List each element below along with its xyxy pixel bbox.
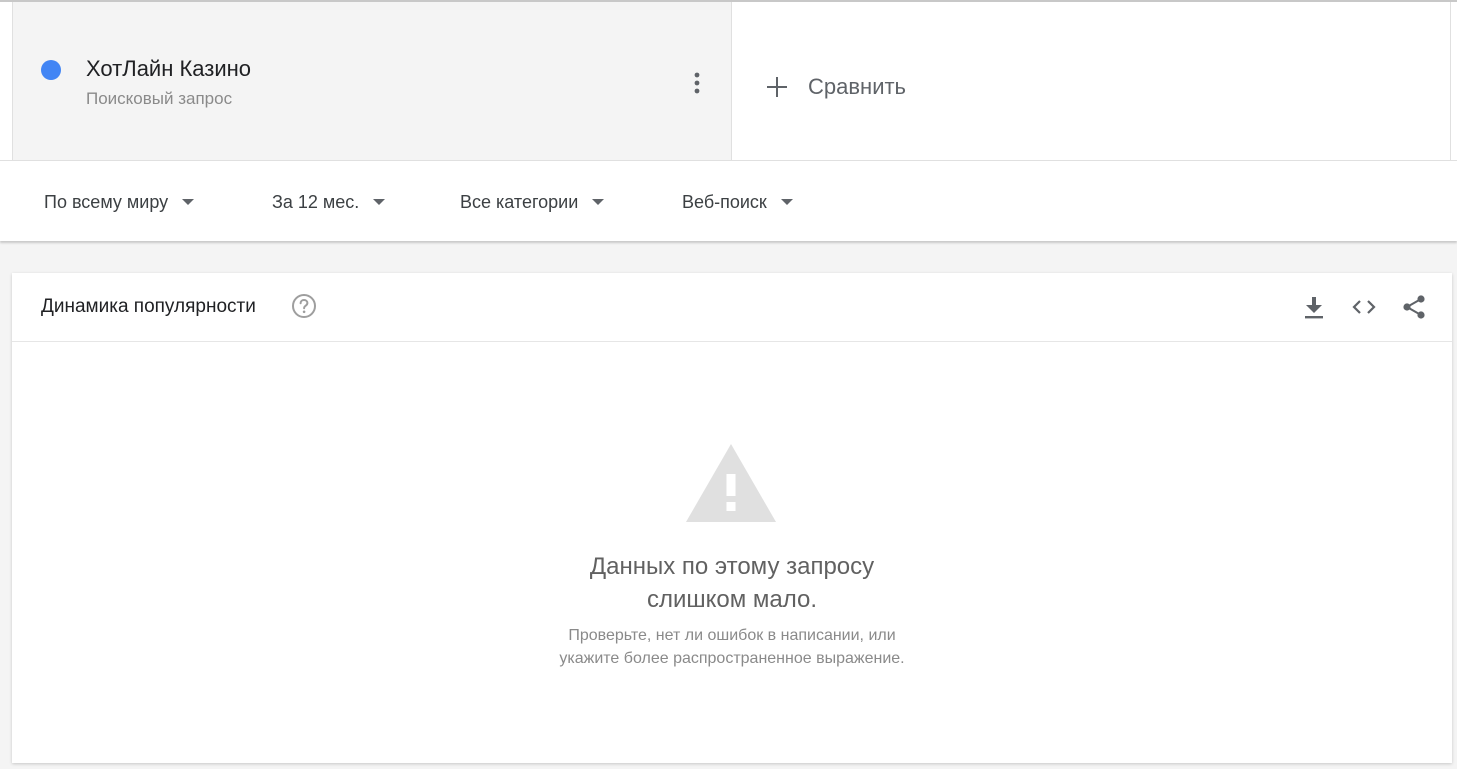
filters-bar: По всему миру За 12 мес. Все категории В… xyxy=(0,160,1457,241)
warning-icon xyxy=(684,442,778,524)
help-circle-icon[interactable] xyxy=(291,293,317,319)
search-term-card[interactable]: ХотЛайн Казино Поисковый запрос xyxy=(12,2,732,160)
compare-button[interactable]: Сравнить xyxy=(764,70,906,104)
empty-title-line-1: Данных по этому запросу xyxy=(589,553,875,580)
download-icon[interactable] xyxy=(1300,293,1328,321)
dropdown-arrow-icon xyxy=(373,199,386,205)
filter-region-label: По всему миру xyxy=(44,191,169,212)
term-name[interactable]: ХотЛайн Казино xyxy=(86,56,251,82)
filter-search-type-label: Веб-поиск xyxy=(682,191,767,212)
plus-icon xyxy=(764,74,790,100)
filter-category-label: Все категории xyxy=(460,191,579,212)
filter-search-type-dropdown[interactable]: Веб-поиск xyxy=(682,189,793,215)
filter-period-dropdown[interactable]: За 12 мес. xyxy=(272,189,386,215)
empty-hint-line-2: укажите более распространенное выражение… xyxy=(559,650,905,667)
term-bar: ХотЛайн Казино Поисковый запрос Сравнить xyxy=(0,0,1457,160)
empty-hint-line-1: Проверьте, нет ли ошибок в написании, ил… xyxy=(568,627,896,644)
card-title: Динамика популярности xyxy=(41,296,256,317)
empty-state: Данных по этому запросу слишком мало. Пр… xyxy=(12,342,1452,763)
embed-code-icon[interactable] xyxy=(1350,293,1378,321)
term-color-dot xyxy=(41,60,61,80)
filter-category-dropdown[interactable]: Все категории xyxy=(460,189,605,215)
card-header: Динамика популярности xyxy=(12,273,1452,342)
term-type-label: Поисковый запрос xyxy=(86,89,233,108)
interest-over-time-card: Динамика популярности Данных по этому за… xyxy=(12,273,1452,763)
more-vert-icon[interactable] xyxy=(685,68,709,98)
empty-state-title: Данных по этому запросу слишком мало. xyxy=(432,550,1032,616)
dropdown-arrow-icon xyxy=(182,199,195,205)
filter-region-dropdown[interactable]: По всему миру xyxy=(44,189,195,215)
empty-state-hint: Проверьте, нет ли ошибок в написании, ил… xyxy=(432,624,1032,670)
filter-period-label: За 12 мес. xyxy=(272,191,360,212)
dropdown-arrow-icon xyxy=(780,199,793,205)
compare-label: Сравнить xyxy=(808,74,907,99)
empty-title-line-2: слишком мало. xyxy=(646,586,818,613)
compare-card: Сравнить xyxy=(732,2,1451,160)
share-icon[interactable] xyxy=(1400,293,1428,321)
dropdown-arrow-icon xyxy=(592,199,605,205)
